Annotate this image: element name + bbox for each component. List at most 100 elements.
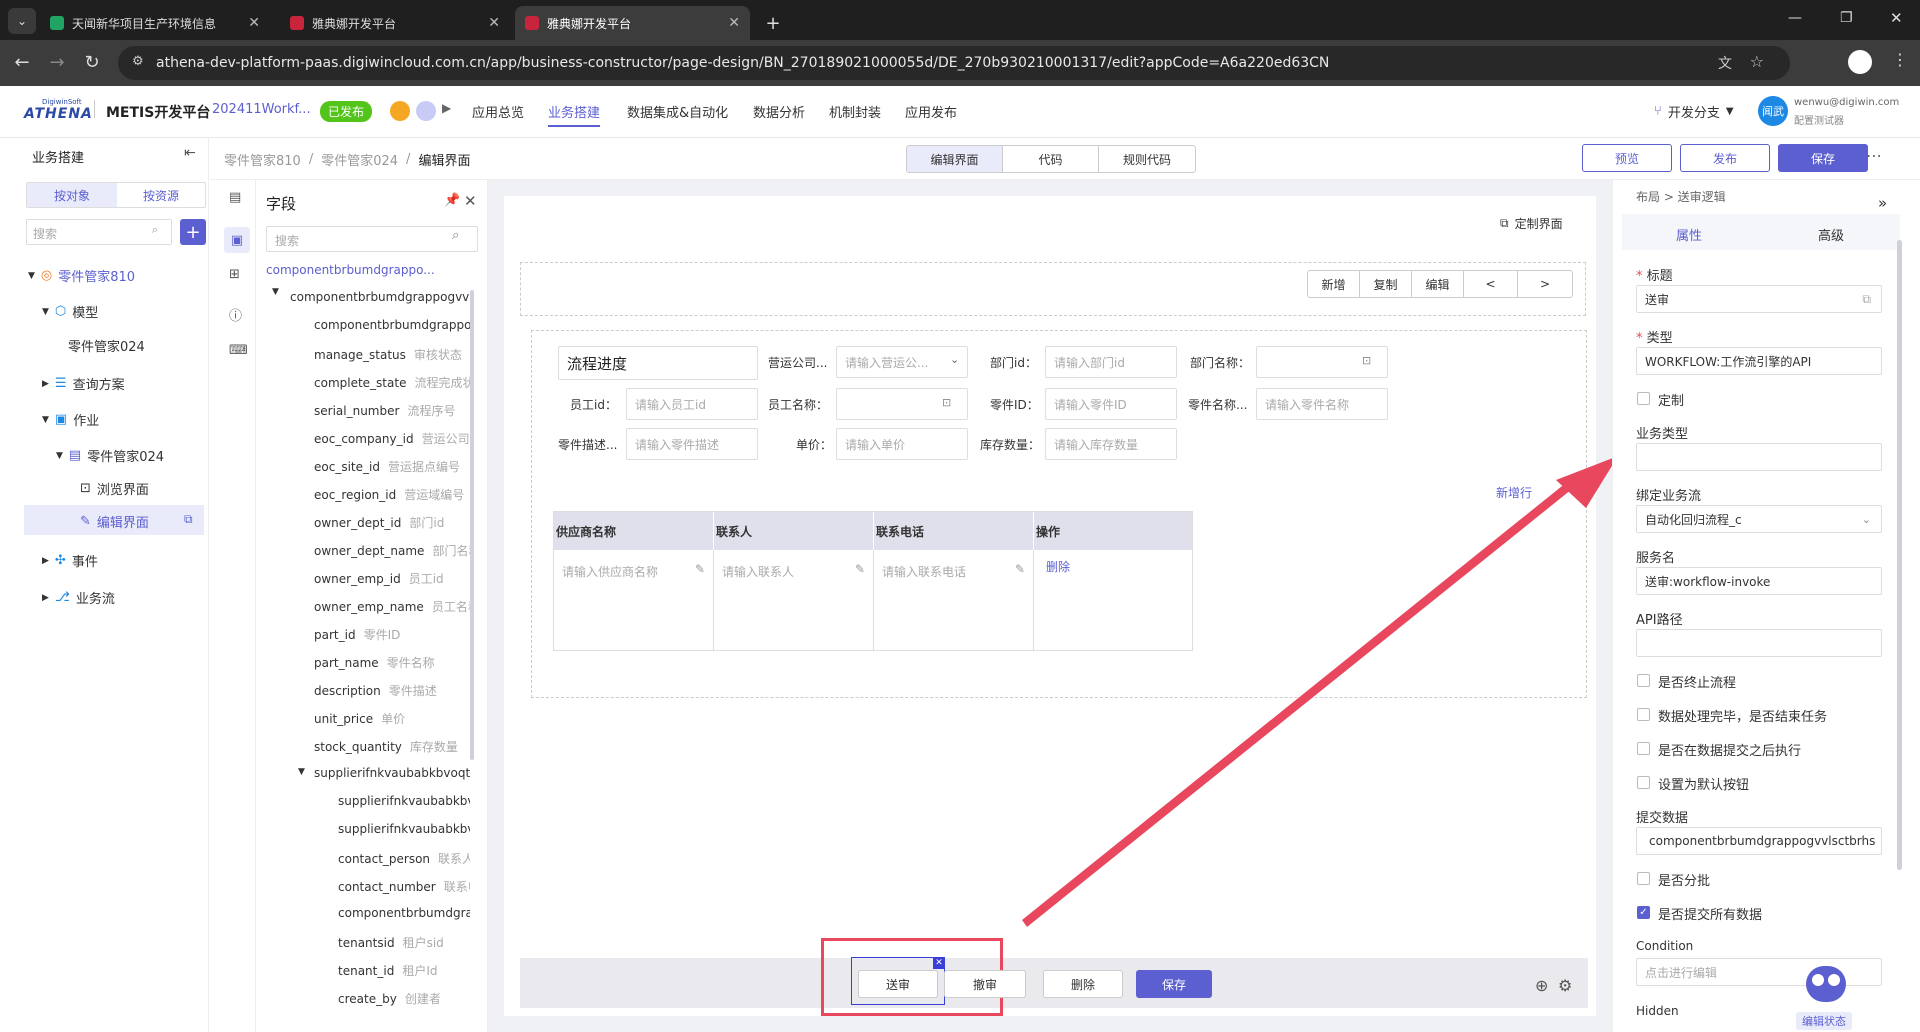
bookmark-star-icon[interactable]: ☆ <box>1750 52 1764 71</box>
delete-button[interactable]: 删除 <box>1043 970 1123 998</box>
close-icon[interactable]: ✕ <box>728 15 740 31</box>
close-icon[interactable]: ✕ <box>248 15 260 31</box>
tree-item-browse[interactable]: ⊡ 浏览界面 <box>80 479 149 498</box>
close-icon[interactable]: ✕ <box>488 15 500 31</box>
bind-flow-select[interactable]: 自动化回归流程_c ⌄ <box>1636 505 1882 533</box>
field-sub-group[interactable]: supplierifnkvaubabkbvoqtilt <box>314 766 470 780</box>
field-item[interactable]: description 零件描述 <box>314 682 470 699</box>
edit-icon[interactable]: ✎ <box>855 562 865 576</box>
tab-by-object[interactable]: 按对象 <box>27 183 117 207</box>
reload-icon[interactable]: ↻ <box>80 52 104 73</box>
info-icon[interactable]: ⓘ <box>229 305 242 324</box>
field-item[interactable]: owner_emp_id 员工id <box>314 570 470 587</box>
save-form-button[interactable]: 保存 <box>1136 970 1212 998</box>
tab-advanced[interactable]: 高级 <box>1818 225 1844 244</box>
custom-ui-link[interactable]: ⧉ 定制界面 <box>1500 215 1563 232</box>
restore-icon[interactable]: ❐ <box>1840 10 1853 26</box>
dept-id-input[interactable]: 请输入部门id <box>1045 346 1177 378</box>
tree-item-job[interactable]: ▼ ▣ 作业 <box>42 410 99 429</box>
field-item[interactable]: tenant_id 租户Id <box>338 962 470 979</box>
submit-review-button[interactable]: 送审 <box>858 970 938 998</box>
form-title[interactable]: 流程进度 <box>558 346 758 380</box>
custom-checkbox[interactable] <box>1637 392 1650 405</box>
component-icon[interactable]: ⊞ <box>229 267 240 282</box>
remove-icon[interactable]: ✕ <box>933 957 945 969</box>
breadcrumb-item[interactable]: 零件管家024 <box>321 150 398 169</box>
field-item[interactable]: componentbrbumdgrappogvvlsctbrhs <box>338 906 470 920</box>
company-select[interactable]: 请输入营运公... <box>836 346 968 378</box>
field-item[interactable]: eoc_site_id 营运据点编号 <box>314 458 470 475</box>
copy-button[interactable]: 复制 <box>1360 271 1412 297</box>
add-circle-icon[interactable]: ⊕ <box>1535 976 1548 995</box>
field-item[interactable]: owner_emp_name员工名称 <box>314 598 470 615</box>
avatar[interactable]: 闻武 <box>1758 96 1788 126</box>
submit-all-checkbox[interactable]: ✓ <box>1637 906 1650 919</box>
field-item[interactable]: complete_state流程完成状态 <box>314 374 470 391</box>
url-input[interactable]: ⚙ athena-dev-platform-paas.digiwincloud.… <box>118 46 1790 80</box>
forward-icon[interactable]: → <box>45 52 69 73</box>
translate-icon[interactable]: 文 <box>1718 53 1732 73</box>
table-cell[interactable]: 请输入联系人 ✎ <box>714 550 874 650</box>
chevron-down-icon[interactable]: ▼ <box>272 287 279 297</box>
browser-tab-3[interactable]: 雅典娜开发平台 ✕ <box>515 6 750 40</box>
tree-item-query[interactable]: ▶ ☰ 查询方案 <box>42 374 125 393</box>
field-item[interactable]: eoc_company_id 营运公司 <box>314 430 470 447</box>
tab-rule-code[interactable]: 规则代码 <box>1099 146 1195 172</box>
field-item[interactable]: create_by 创建者 <box>338 990 470 1007</box>
field-item[interactable]: componentbrbumdgrappogvvlsctbrhs <box>314 318 470 332</box>
nav-data-integration[interactable]: 数据集成&自动化 <box>627 102 728 121</box>
field-scrollbar[interactable] <box>470 290 474 760</box>
nav-business-build[interactable]: 业务搭建 <box>548 102 601 127</box>
field-item[interactable]: eoc_region_id 营运域编号 <box>314 486 470 503</box>
sidebar-search-input[interactable]: 搜索 <box>26 219 172 245</box>
table-cell[interactable]: 请输入供应商名称 ✎ <box>554 550 714 650</box>
field-item[interactable]: contact_person 联系人 <box>338 850 470 867</box>
profile-icon[interactable] <box>1848 50 1872 74</box>
field-root[interactable]: componentbrbumdgrappo... <box>266 263 435 277</box>
tab-code[interactable]: 代码 <box>1003 146 1099 172</box>
edit-button[interactable]: 编辑 <box>1412 271 1464 297</box>
close-window-icon[interactable]: ✕ <box>1890 9 1903 27</box>
more-icon[interactable]: ⋯ <box>1866 146 1882 165</box>
tree-item-root[interactable]: ▼ ◎ 零件管家810 <box>28 266 135 285</box>
unit-price-input[interactable]: 请输入单价 <box>836 428 968 460</box>
field-item[interactable]: contact_number联系电话 <box>338 878 470 895</box>
type-input[interactable]: WORKFLOW:工作流引擎的API <box>1636 347 1882 375</box>
emp-id-input[interactable]: 请输入员工id <box>626 388 758 420</box>
new-button[interactable]: 新增 <box>1308 271 1360 297</box>
field-item[interactable]: tenantsid 租户sid <box>338 934 470 951</box>
pin-icon[interactable]: 📌 <box>444 193 460 208</box>
field-panel-icon[interactable]: ▣ <box>224 227 250 253</box>
tab-properties[interactable]: 属性 <box>1676 225 1702 244</box>
submit-data-input[interactable]: componentbrbumdgrappogvvlsctbrhs <box>1636 827 1882 855</box>
terminal-icon[interactable]: ⌨ <box>229 343 248 358</box>
site-info-icon[interactable]: ⚙ <box>132 54 144 69</box>
page-icon[interactable]: ▤ <box>229 190 241 205</box>
field-item[interactable]: part_id 零件ID <box>314 626 470 643</box>
open-dialog-icon[interactable]: ⊡ <box>942 396 951 409</box>
part-desc-input[interactable]: 请输入零件描述 <box>626 428 758 460</box>
tab-search-button[interactable]: ⌄ <box>8 8 36 34</box>
settings-icon[interactable]: ⚙ <box>1558 976 1572 995</box>
open-dialog-icon[interactable]: ⊡ <box>1362 354 1371 367</box>
field-item[interactable]: supplierifnkvaubabkbvoqtilt <box>338 822 470 836</box>
expand-icon[interactable]: » <box>1878 194 1887 212</box>
translate-icon[interactable]: ⧉ <box>1862 292 1871 307</box>
nav-mechanism[interactable]: 机制封装 <box>829 102 881 121</box>
service-input[interactable]: 送审:workflow-invoke <box>1636 567 1882 595</box>
prev-button[interactable]: < <box>1464 271 1518 297</box>
browser-menu-icon[interactable]: ⋮ <box>1892 50 1908 69</box>
nav-app-overview[interactable]: 应用总览 <box>472 102 524 121</box>
preview-icon[interactable]: ⧉ <box>184 512 193 527</box>
app-name-link[interactable]: 202411Workf... <box>212 102 311 117</box>
back-icon[interactable]: ← <box>10 52 34 73</box>
batch-checkbox[interactable] <box>1637 872 1650 885</box>
edit-icon[interactable]: ✎ <box>695 562 705 576</box>
finish-task-checkbox[interactable] <box>1637 708 1650 721</box>
tab-edit-ui[interactable]: 编辑界面 <box>907 146 1003 172</box>
logo[interactable]: DigiwinSoft ATHENA <box>24 98 92 122</box>
new-tab-button[interactable]: + <box>758 6 788 40</box>
tab-by-resource[interactable]: 按资源 <box>117 183 205 207</box>
tree-item-event[interactable]: ▶ ✣ 事件 <box>42 551 98 570</box>
tree-item-flow[interactable]: ▶ ⎇ 业务流 <box>42 588 115 607</box>
